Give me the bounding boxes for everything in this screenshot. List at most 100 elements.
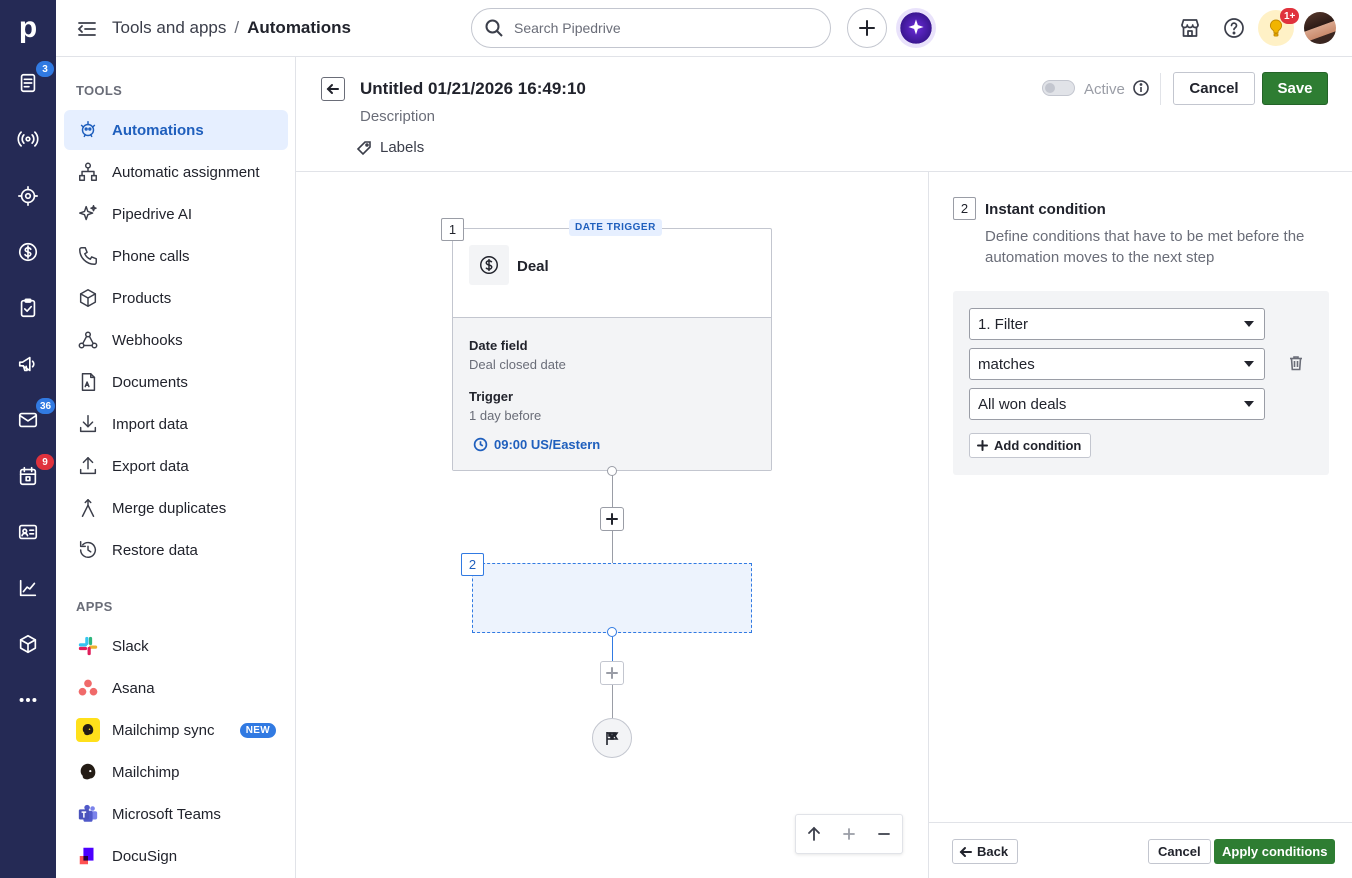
filter-select[interactable]: 1. Filter <box>969 308 1265 340</box>
rail-leads[interactable]: 3 <box>0 61 56 103</box>
rail-products[interactable] <box>0 624 56 664</box>
save-button[interactable]: Save <box>1262 72 1328 105</box>
value-select[interactable]: All won deals <box>969 388 1265 420</box>
ai-assistant-button[interactable] <box>896 8 936 48</box>
trigger-time-link[interactable]: 09:00 US/Eastern <box>473 437 600 452</box>
header-divider <box>1160 73 1161 105</box>
megaphone-icon <box>18 356 35 372</box>
activities-clipboard-icon <box>20 298 36 318</box>
panel-cancel-button[interactable]: Cancel <box>1148 839 1211 864</box>
search-box[interactable] <box>471 8 831 48</box>
rail-more[interactable] <box>0 680 56 720</box>
description-field[interactable]: Description <box>360 108 435 125</box>
caret-down-icon <box>1244 361 1254 367</box>
upload-icon <box>79 457 97 475</box>
date-field-value: Deal closed date <box>469 357 566 372</box>
automation-title[interactable]: Untitled 01/21/2026 16:49:10 <box>360 79 586 99</box>
condition-panel: 2 Instant condition Define conditions th… <box>928 172 1352 878</box>
apply-conditions-button[interactable]: Apply conditions <box>1214 839 1336 864</box>
sidebar-item-asana[interactable]: Asana <box>64 668 288 708</box>
add-step-button[interactable] <box>600 507 624 531</box>
labels-button[interactable]: Labels <box>356 139 424 156</box>
zoom-in-icon[interactable] <box>841 826 857 842</box>
sidebar-item-automations[interactable]: Automations <box>64 110 288 150</box>
labels-label: Labels <box>380 139 425 156</box>
sidebar-item-products[interactable]: Products <box>64 278 288 318</box>
rail-campaigns-megaphone[interactable] <box>0 344 56 384</box>
menu-toggle-button[interactable] <box>76 18 98 40</box>
panel-title: Instant condition <box>985 201 1106 218</box>
sidebar-item-merge-duplicates[interactable]: Merge duplicates <box>64 488 288 528</box>
plus-icon <box>606 667 618 679</box>
leads-inbox-icon <box>20 73 36 93</box>
panel-back-button[interactable]: Back <box>952 839 1019 864</box>
condition-group: 1. Filter matches All won deals Add cond… <box>953 291 1329 475</box>
sidebar-item-slack[interactable]: Slack <box>64 626 288 666</box>
marketplace-button[interactable] <box>1178 16 1202 40</box>
sidebar-item-mailchimp-sync[interactable]: Mailchimp sync NEW <box>64 710 288 750</box>
condition-node-placeholder[interactable]: 2 <box>461 553 752 633</box>
panel-footer: Back Cancel Apply conditions <box>929 822 1352 878</box>
sidebar-item-docusign[interactable]: DocuSign <box>64 836 288 876</box>
active-info-button[interactable] <box>1132 79 1150 97</box>
step-number: 2 <box>461 553 484 576</box>
collapse-menu-icon <box>77 22 96 36</box>
calendar-icon <box>19 466 37 486</box>
rail-insights[interactable] <box>0 568 56 608</box>
delete-condition-button[interactable] <box>1287 354 1307 374</box>
search-input[interactable] <box>514 20 804 36</box>
trigger-entity: Deal <box>517 258 549 275</box>
slack-icon <box>78 636 98 656</box>
date-field-label: Date field <box>469 338 528 353</box>
panel-step-number: 2 <box>953 197 976 220</box>
arrow-left-icon <box>959 846 972 857</box>
rail-calendar[interactable]: 9 <box>0 454 56 496</box>
rail-campaigns[interactable] <box>0 119 56 159</box>
more-dots-icon <box>19 697 37 703</box>
add-step-button-disabled[interactable] <box>600 661 624 685</box>
tools-heading: TOOLS <box>76 83 123 98</box>
quick-add-button[interactable] <box>847 8 887 48</box>
rail-deals[interactable] <box>0 232 56 272</box>
info-icon <box>1133 80 1149 96</box>
operator-select[interactable]: matches <box>969 348 1265 380</box>
sidebar-item-documents[interactable]: Documents <box>64 362 288 402</box>
sidebar-item-label: Export data <box>112 457 189 475</box>
zoom-out-icon[interactable] <box>876 826 892 842</box>
help-button[interactable] <box>1222 16 1246 40</box>
trigger-node[interactable]: 1 DATE TRIGGER Deal Date field Deal clos… <box>441 218 772 471</box>
sidebar-item-restore-data[interactable]: Restore data <box>64 530 288 570</box>
sidebar-item-label: Automatic assignment <box>112 163 260 181</box>
sidebar-item-export-data[interactable]: Export data <box>64 446 288 486</box>
cancel-button[interactable]: Cancel <box>1173 72 1255 105</box>
workflow-canvas[interactable]: 1 DATE TRIGGER Deal Date field Deal clos… <box>296 172 928 878</box>
add-condition-button[interactable]: Add condition <box>969 433 1092 458</box>
deals-dollar-icon <box>18 242 38 262</box>
back-button[interactable] <box>321 77 345 101</box>
pipedrive-logo[interactable]: p <box>0 0 56 56</box>
sidebar-item-automatic-assignment[interactable]: Automatic assignment <box>64 152 288 192</box>
sidebar-item-label: Documents <box>112 373 188 391</box>
sidebar-item-import-data[interactable]: Import data <box>64 404 288 444</box>
sidebar-item-webhooks[interactable]: Webhooks <box>64 320 288 360</box>
breadcrumb-parent[interactable]: Tools and apps <box>112 18 226 38</box>
rail-projects[interactable] <box>0 176 56 216</box>
deal-dollar-icon <box>480 256 498 274</box>
sidebar-item-phone-calls[interactable]: Phone calls <box>64 236 288 276</box>
active-toggle[interactable] <box>1042 80 1075 96</box>
sidebar-item-pipedrive-ai[interactable]: Pipedrive AI <box>64 194 288 234</box>
sidebar-item-microsoft-teams[interactable]: Microsoft Teams <box>64 794 288 834</box>
contacts-card-icon <box>18 524 38 540</box>
back-label: Back <box>977 844 1009 859</box>
download-icon <box>79 415 97 433</box>
active-label: Active <box>1084 81 1125 98</box>
arrow-up-icon[interactable] <box>806 826 822 842</box>
sidebar-item-mailchimp[interactable]: Mailchimp <box>64 752 288 792</box>
rail-contacts[interactable] <box>0 512 56 552</box>
rail-activities[interactable] <box>0 288 56 328</box>
apps-heading: APPS <box>76 599 113 614</box>
user-avatar[interactable] <box>1304 12 1336 44</box>
sidebar-item-label: Phone calls <box>112 247 190 265</box>
rail-mail[interactable]: 36 <box>0 398 56 440</box>
tips-button[interactable]: 1+ <box>1258 8 1300 46</box>
